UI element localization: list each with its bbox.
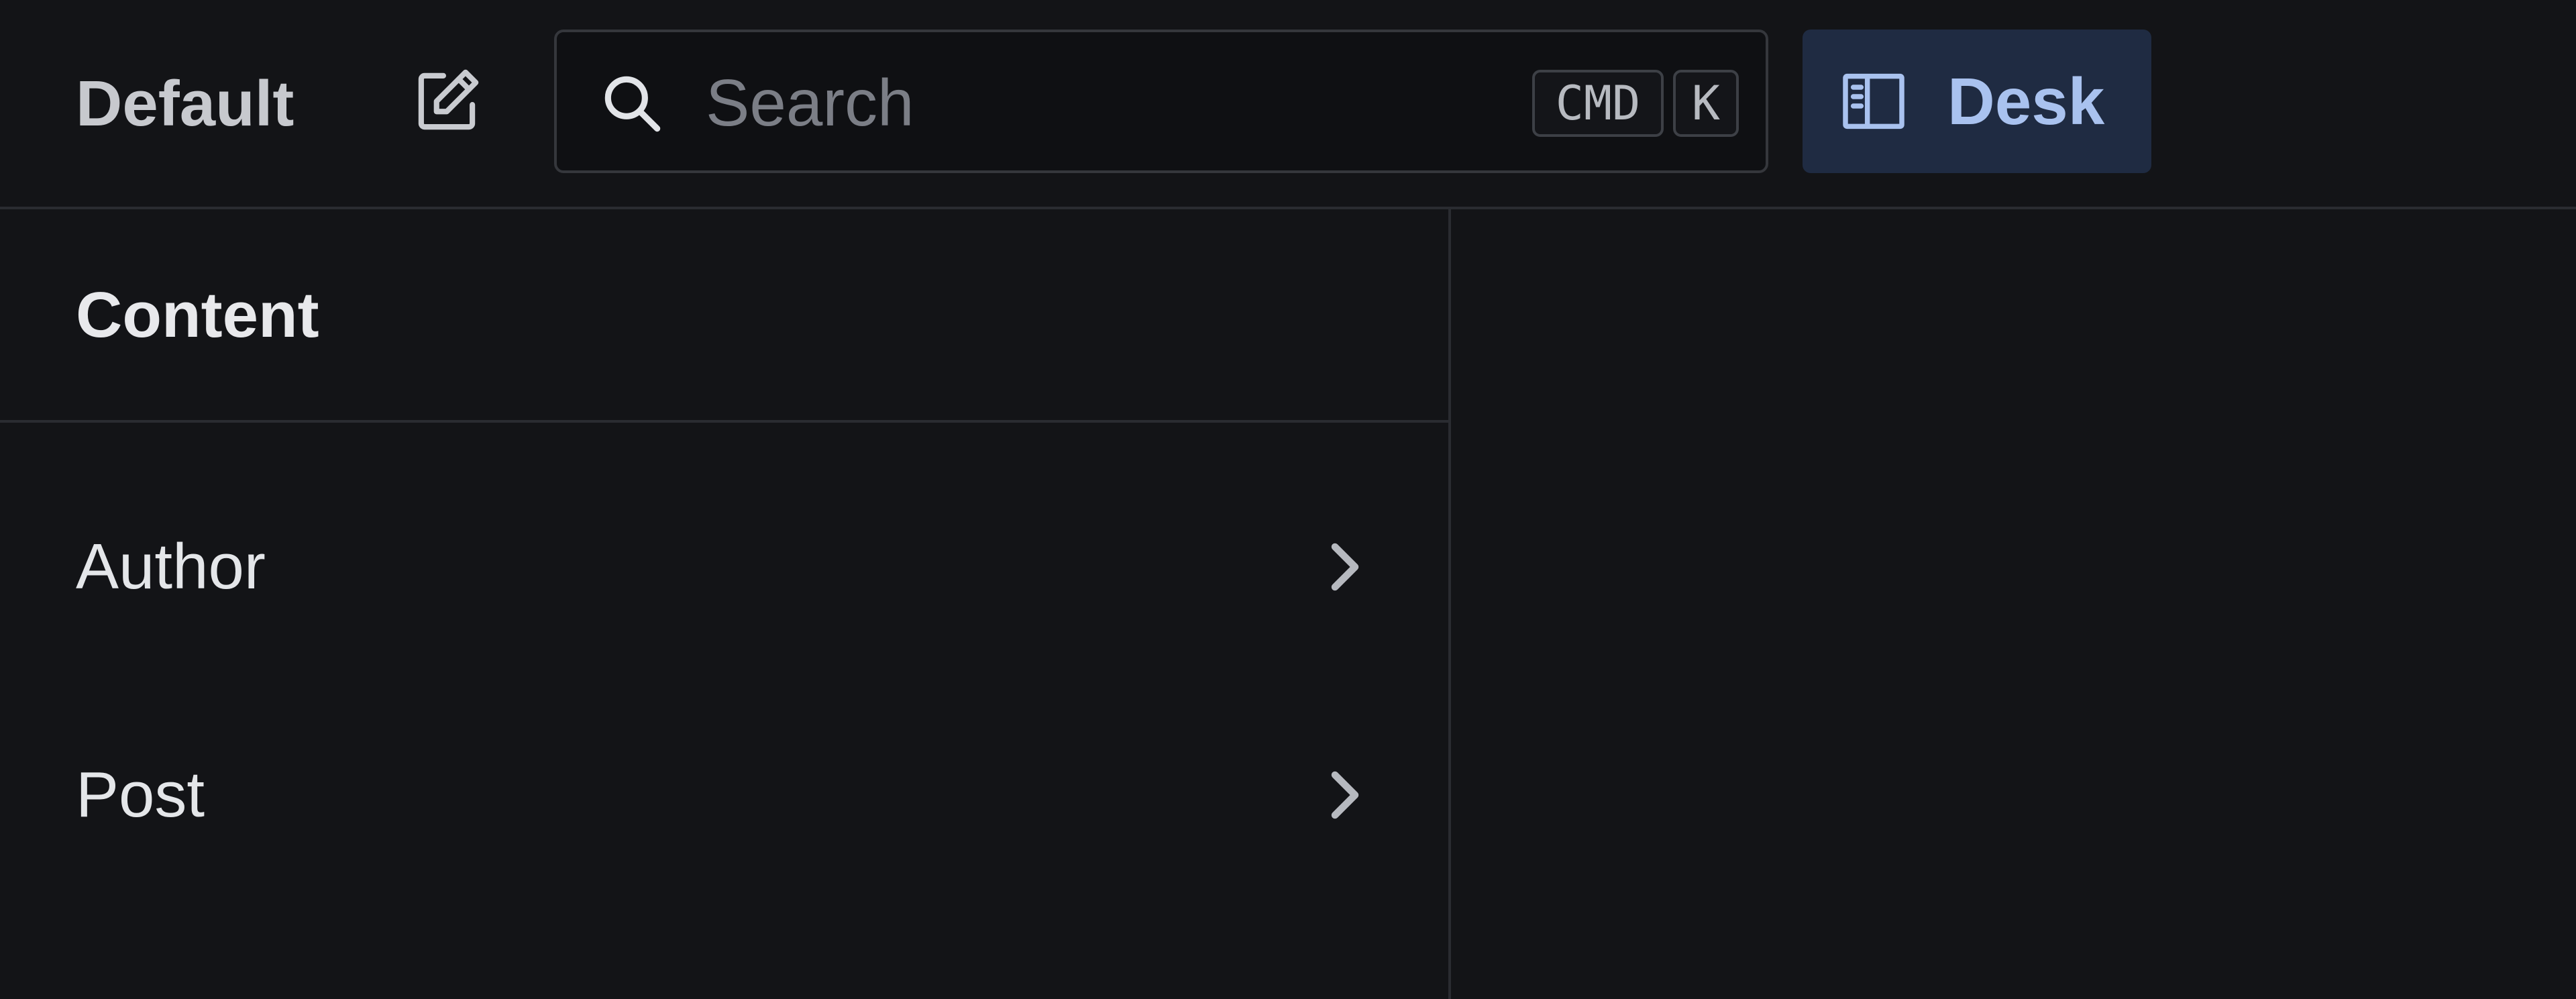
desk-panels-icon (1836, 64, 1911, 139)
list-item-post[interactable]: Post (0, 694, 1448, 896)
desk-tool-button[interactable]: Desk (1803, 30, 2151, 173)
document-pane-empty (1451, 209, 2576, 999)
top-navbar: Default CMD K (0, 0, 2576, 209)
search-input[interactable] (706, 63, 1377, 142)
list-item-author[interactable]: Author (0, 466, 1448, 668)
shortcut-key-k: K (1673, 70, 1739, 137)
content-pane: Content Author Post (0, 209, 1451, 999)
list-item-label: Post (76, 759, 205, 831)
chevron-right-icon (1315, 527, 1375, 607)
edit-icon (406, 60, 488, 146)
search-icon (596, 67, 669, 141)
list-item-label: Author (76, 531, 266, 602)
pane-title: Content (76, 279, 319, 351)
shortcut-key-cmd: CMD (1532, 70, 1664, 137)
search-box[interactable]: CMD K (554, 30, 1768, 173)
desk-button-label: Desk (1947, 64, 2105, 138)
chevron-right-icon (1315, 755, 1375, 835)
content-pane-header: Content (0, 209, 1448, 423)
studio-app: Default CMD K (0, 0, 2576, 999)
workspace-name[interactable]: Default (76, 67, 294, 141)
create-document-button[interactable] (406, 62, 488, 144)
